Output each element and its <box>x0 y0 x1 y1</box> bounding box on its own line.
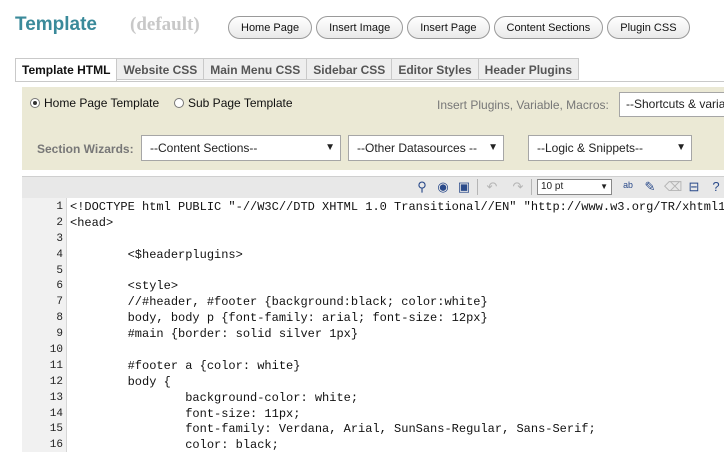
tab-bar: Template HTML Website CSS Main Menu CSS … <box>15 58 580 82</box>
code-line: 14 font-size: 11px; <box>22 407 724 423</box>
code-text: <!DOCTYPE html PUBLIC "-//W3C//DTD XHTML… <box>70 200 724 214</box>
line-number: 10 <box>49 344 63 357</box>
fullscreen-icon[interactable]: ▣ <box>456 179 472 195</box>
line-number: 15 <box>49 423 63 436</box>
line-number: 16 <box>49 439 63 452</box>
line-number: 4 <box>56 248 63 261</box>
options-panel: Home Page Template Sub Page Template Ins… <box>22 87 724 170</box>
line-number: 14 <box>49 407 63 420</box>
code-text: <head> <box>70 215 114 230</box>
dropdown-arrow-icon: ▼ <box>488 142 498 153</box>
goto-icon[interactable]: ◉ <box>435 179 451 195</box>
code-lines: 1 <!DOCTYPE html PUBLIC "-//W3C//DTD XHTM… <box>22 200 724 452</box>
code-line: 16 color: black; <box>22 438 724 452</box>
content-sections-button[interactable]: Content Sections <box>493 16 604 39</box>
dropdown-arrow-icon: ▼ <box>325 142 335 153</box>
code-line: 15 font-family: Verdana, Arial, SunSans-… <box>22 422 724 438</box>
font-size-value: 10 pt <box>541 181 564 192</box>
undo-icon[interactable]: ↶ <box>484 179 500 195</box>
font-size-select[interactable]: 10 pt ▼ <box>537 179 612 195</box>
top-button-bar: Home Page Insert Image Insert Page Conte… <box>228 16 690 39</box>
code-text: <$headerplugins> <box>70 247 243 262</box>
line-number: 12 <box>49 375 63 388</box>
shortcuts-select[interactable]: --Shortcuts & variables-- <box>619 92 724 117</box>
line-number: 9 <box>56 328 63 341</box>
dropdown-arrow-icon: ▼ <box>600 182 608 191</box>
line-number: 3 <box>56 232 63 245</box>
code-text: body { <box>70 374 171 389</box>
editor-toolbar: ⚲ ◉ ▣ ↶ ↷ 10 pt ▼ ᵃᵇ ✎ ⌫ ⊟ ? <box>22 176 724 199</box>
code-line: 1 <!DOCTYPE html PUBLIC "-//W3C//DTD XHTM… <box>22 200 724 216</box>
sub-page-template-radio[interactable]: Sub Page Template <box>174 96 293 110</box>
code-line: 9 #main {border: solid silver 1px} <box>22 327 724 343</box>
section-wizards-label: Section Wizards: <box>37 142 134 156</box>
insert-page-button[interactable]: Insert Page <box>407 16 490 39</box>
tab-header-plugins[interactable]: Header Plugins <box>478 58 580 80</box>
tab-website-css[interactable]: Website CSS <box>117 58 205 80</box>
code-editor[interactable]: 1 <!DOCTYPE html PUBLIC "-//W3C//DTD XHTM… <box>22 198 724 452</box>
plugin-css-button[interactable]: Plugin CSS <box>607 16 690 39</box>
template-name: (default) <box>130 14 200 35</box>
tab-template-html[interactable]: Template HTML <box>15 58 118 82</box>
line-number: 13 <box>49 391 63 404</box>
code-text: <style> <box>70 279 179 294</box>
dropdown-arrow-icon: ▼ <box>676 142 686 153</box>
find-icon[interactable]: ⚲ <box>414 179 430 195</box>
eraser-icon[interactable]: ⌫ <box>664 179 682 195</box>
toolbar-separator <box>477 179 478 195</box>
code-text: background-color: white; <box>70 390 359 405</box>
other-datasources-value: --Other Datasources -- <box>357 141 478 155</box>
tab-main-menu-css[interactable]: Main Menu CSS <box>204 58 308 80</box>
help-icon[interactable]: ? <box>708 179 724 195</box>
page-title: Template <box>15 14 98 35</box>
code-line: 7 //#header, #footer {background:black; … <box>22 295 724 311</box>
line-number: 7 <box>56 296 63 309</box>
code-line: 8 body, body p {font-family: arial; font… <box>22 311 724 327</box>
toggle-editor-icon[interactable]: ⊟ <box>686 179 702 195</box>
redo-icon[interactable]: ↷ <box>510 179 526 195</box>
line-number: 11 <box>49 359 63 372</box>
radio-selected-icon <box>30 98 40 108</box>
code-text: body, body p {font-family: arial; font-s… <box>70 311 488 326</box>
code-line: 4 <$headerplugins> <box>22 248 724 264</box>
tab-divider <box>15 81 724 82</box>
tab-editor-styles[interactable]: Editor Styles <box>392 58 479 80</box>
code-line: 11 #footer a {color: white} <box>22 359 724 375</box>
toolbar-separator <box>531 179 532 195</box>
line-number: 5 <box>56 264 63 277</box>
insert-image-button[interactable]: Insert Image <box>316 16 404 39</box>
content-sections-select[interactable]: --Content Sections-- ▼ <box>141 135 341 161</box>
radio-unselected-icon <box>174 98 184 108</box>
sub-page-template-label: Sub Page Template <box>188 96 293 110</box>
code-line: 2 <head> <box>22 216 724 232</box>
code-text: #footer a {color: white} <box>70 358 301 373</box>
home-page-template-radio[interactable]: Home Page Template <box>30 96 159 110</box>
spellcheck-icon[interactable]: ᵃᵇ <box>620 179 636 195</box>
code-line: 6 <style> <box>22 279 724 295</box>
code-line: 3 <box>22 232 724 248</box>
code-text: font-family: Verdana, Arial, SunSans-Reg… <box>70 422 596 437</box>
line-number: 2 <box>56 216 63 229</box>
other-datasources-select[interactable]: --Other Datasources -- ▼ <box>348 135 504 161</box>
line-number: 8 <box>56 312 63 325</box>
code-line: 12 body { <box>22 375 724 391</box>
line-number: 6 <box>56 280 63 293</box>
code-text: color: black; <box>70 438 279 452</box>
code-text: font-size: 11px; <box>70 406 301 421</box>
code-line: 5 <box>22 264 724 280</box>
tab-sidebar-css[interactable]: Sidebar CSS <box>307 58 393 80</box>
code-line: 10 <box>22 343 724 359</box>
highlight-icon[interactable]: ✎ <box>642 179 658 195</box>
line-number: 1 <box>56 201 63 213</box>
code-line: 13 background-color: white; <box>22 391 724 407</box>
code-text: #main {border: solid silver 1px} <box>70 327 359 342</box>
content-sections-value: --Content Sections-- <box>150 141 258 155</box>
logic-snippets-value: --Logic & Snippets-- <box>537 141 644 155</box>
logic-snippets-select[interactable]: --Logic & Snippets-- ▼ <box>528 135 692 161</box>
insert-plugins-label: Insert Plugins, Variable, Macros: <box>437 98 609 112</box>
home-page-button[interactable]: Home Page <box>228 16 313 39</box>
home-page-template-label: Home Page Template <box>44 96 160 110</box>
code-text: //#header, #footer {background:black; co… <box>70 295 488 310</box>
